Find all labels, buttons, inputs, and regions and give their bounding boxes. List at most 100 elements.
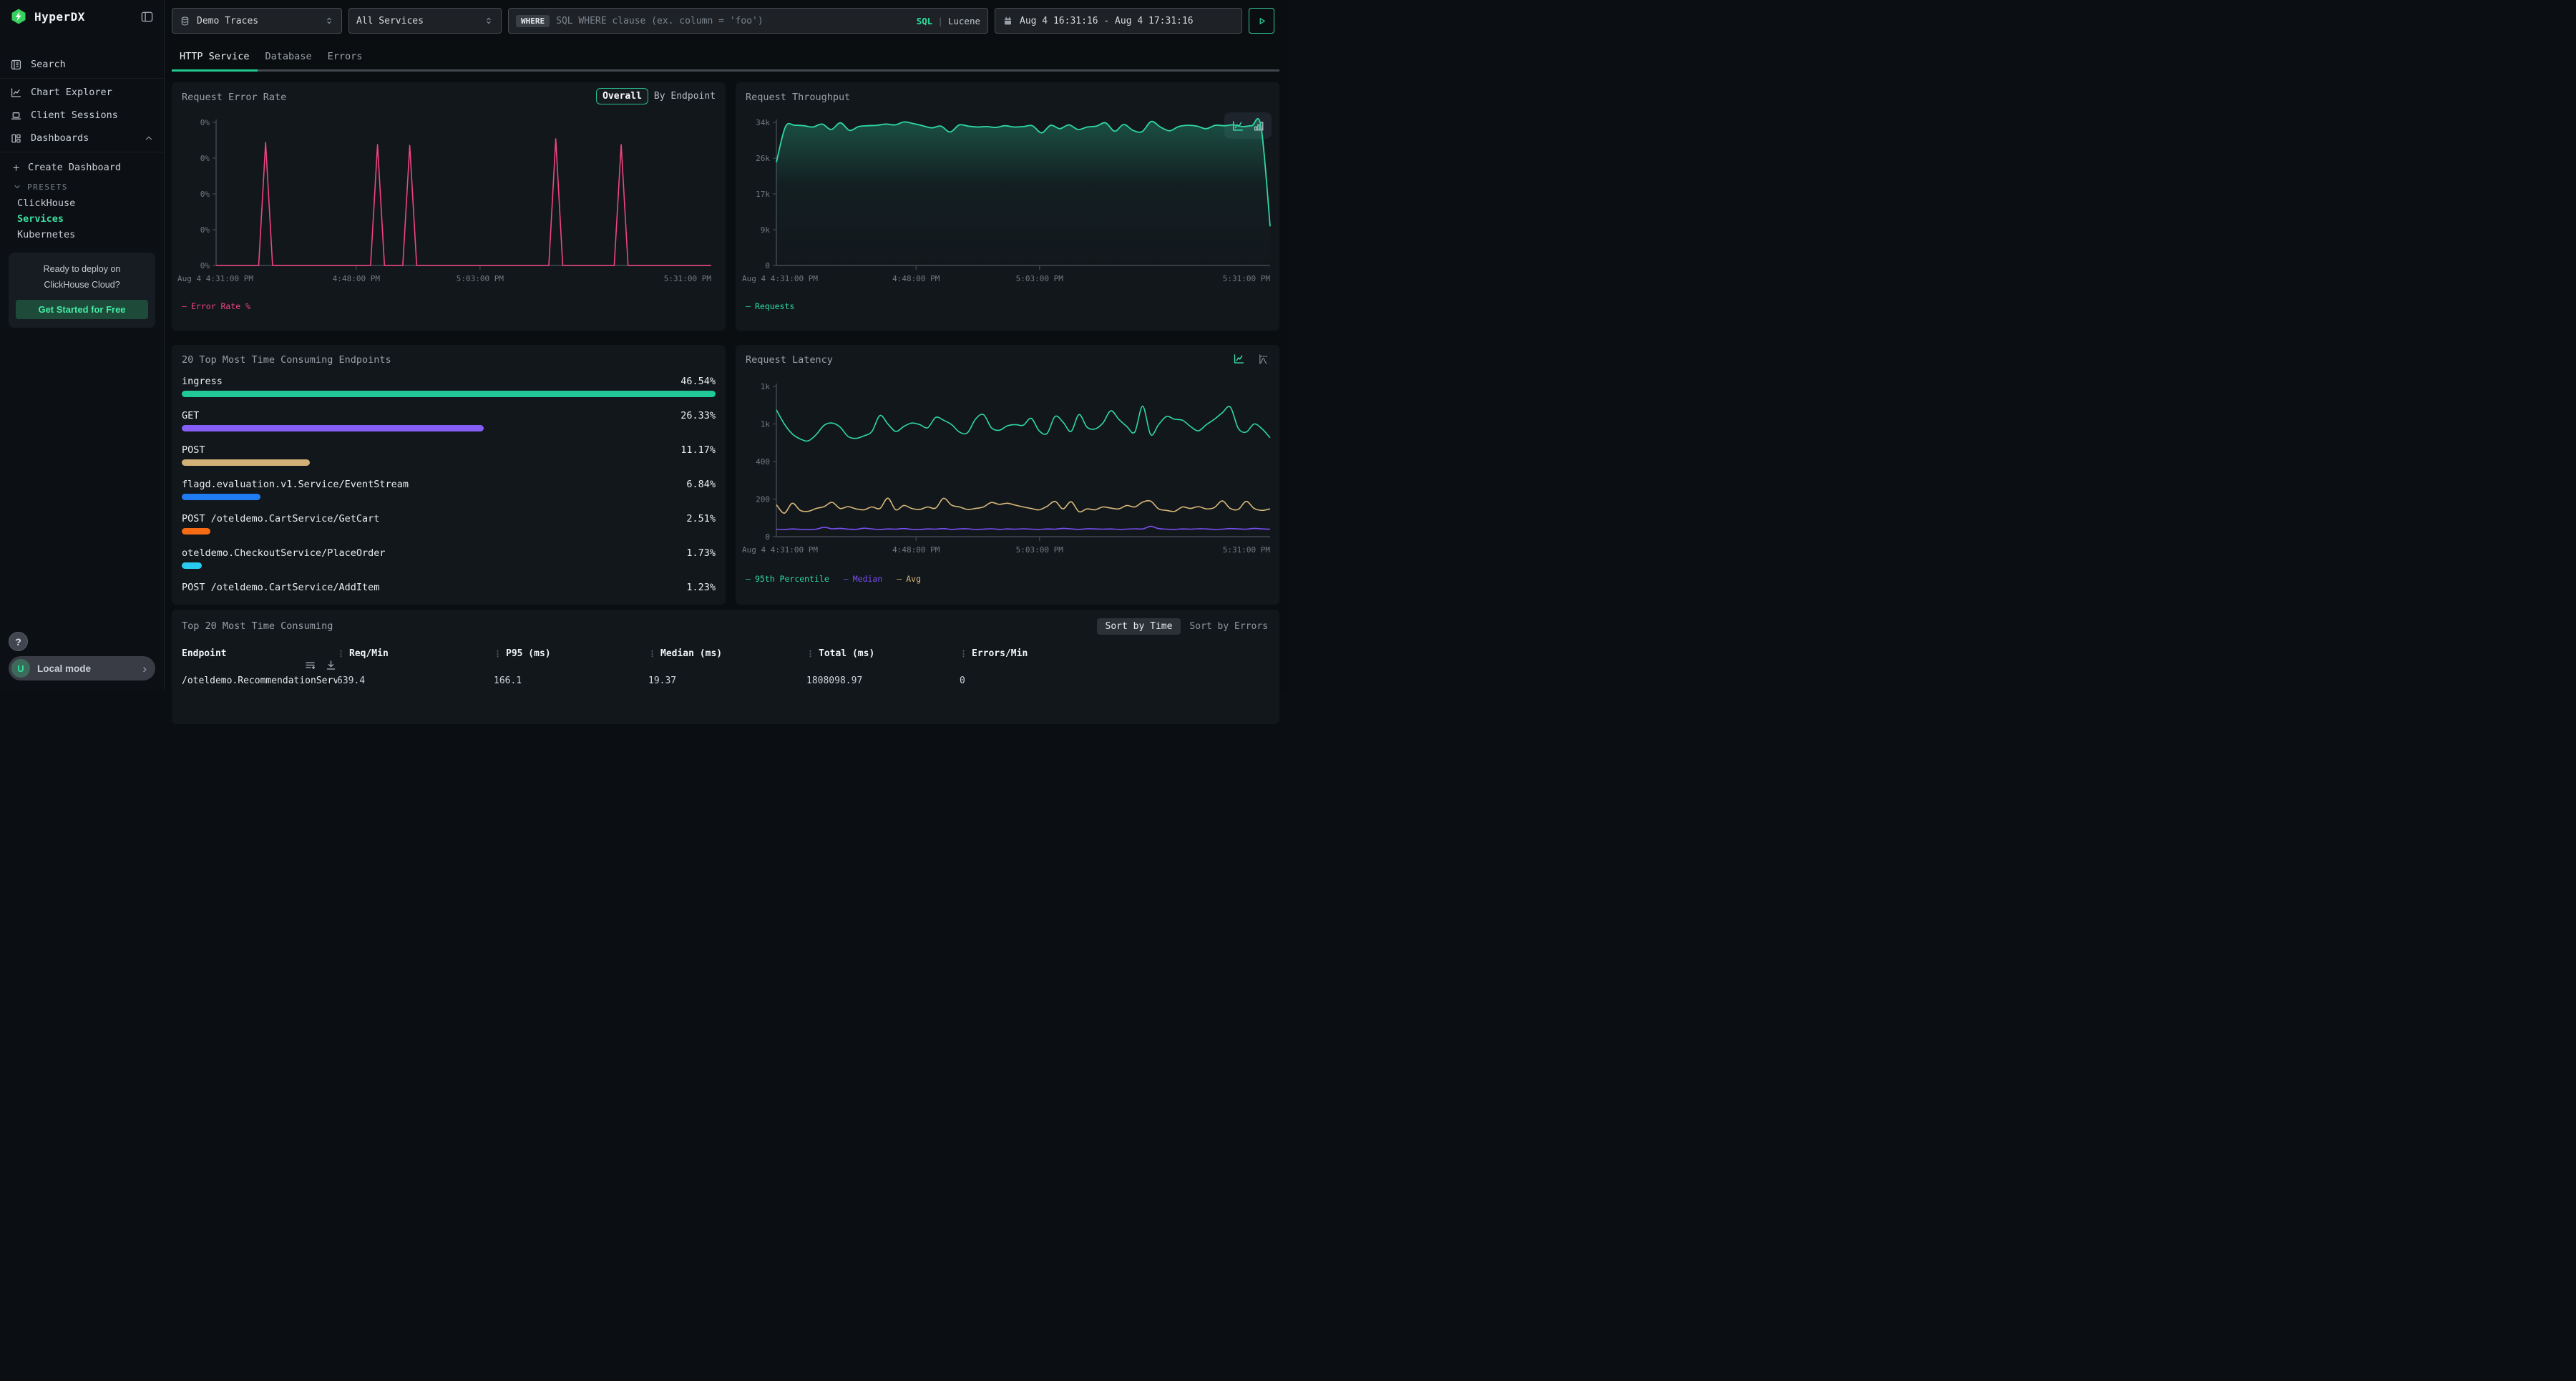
endpoint-label: POST /oteldemo.CartService/GetCart (182, 513, 379, 524)
search-news-icon (10, 59, 22, 71)
chart-line-icon (10, 87, 22, 99)
endpoint-bar-row[interactable]: GET26.33% (182, 409, 716, 443)
tab-http-service[interactable]: HTTP Service (172, 46, 258, 69)
endpoint-percent: 2.51% (686, 513, 716, 524)
create-dashboard-button[interactable]: Create Dashboard (0, 157, 164, 178)
get-started-button[interactable]: Get Started for Free (16, 300, 148, 319)
run-query-button[interactable] (1249, 8, 1274, 34)
column-drag-handle-icon[interactable]: ⋮ (494, 649, 501, 658)
column-header-total-ms-[interactable]: ⋮Total (ms) (806, 648, 960, 659)
throughput-chart[interactable]: 09k17k26k34kAug 4 4:31:00 PM4:48:00 PM5:… (741, 114, 1274, 294)
column-drag-handle-icon[interactable]: ⋮ (960, 649, 967, 658)
top-toolbar: Demo Traces All Services WHERE SQL | Luc… (172, 8, 1274, 34)
sidebar-divider (0, 78, 164, 79)
svg-text:200: 200 (756, 495, 770, 504)
sort-by-errors-button[interactable]: Sort by Errors (1188, 618, 1269, 635)
line-chart-icon[interactable] (1233, 353, 1245, 365)
source-select-value: Demo Traces (197, 16, 258, 26)
tab-errors[interactable]: Errors (320, 46, 371, 69)
endpoint-bar-row[interactable]: ingress46.54% (182, 374, 716, 409)
search-input[interactable] (556, 16, 917, 26)
sql-mode-toggle[interactable]: SQL (917, 16, 933, 26)
endpoint-bar-row[interactable]: oteldemo.CheckoutService/PlaceOrder1.73% (182, 546, 716, 580)
preset-item-kubernetes[interactable]: Kubernetes (0, 227, 164, 243)
request-throughput-panel: Request Throughput 09k17k26k34kAug 4 4:3… (736, 82, 1279, 331)
play-icon (1257, 16, 1267, 26)
sidebar: HyperDX Search Chart Explorer (0, 0, 165, 690)
dashboards-layout-icon (10, 132, 22, 145)
plus-icon (11, 163, 21, 172)
error-rate-chart[interactable]: 0%0%0%0%0%Aug 4 4:31:00 PM4:48:00 PM5:03… (176, 114, 720, 294)
by-endpoint-toggle[interactable]: By Endpoint (654, 91, 716, 102)
endpoint-bar-row[interactable]: flagd.evaluation.v1.Service/EventStream6… (182, 477, 716, 512)
endpoint-label: oteldemo.CheckoutService/PlaceOrder (182, 547, 385, 559)
table-header-row: Endpoint⋮Req/Min⋮P95 (ms)⋮Median (ms)⋮To… (172, 648, 1279, 671)
cell-endpoint: /oteldemo.RecommendationServ (182, 675, 337, 686)
cell-req-min: 639.4 (337, 675, 494, 686)
chevron-down-icon (13, 182, 21, 191)
endpoint-bar (182, 391, 716, 397)
endpoint-percent: 11.17% (680, 444, 716, 456)
legend-item: —Error Rate % (182, 301, 250, 311)
time-range-value: Aug 4 16:31:16 - Aug 4 17:31:16 (1020, 16, 1194, 26)
column-drag-handle-icon[interactable]: ⋮ (648, 649, 655, 658)
calendar-icon (1002, 16, 1013, 26)
latency-chart[interactable]: 02004001k1kAug 4 4:31:00 PM4:48:00 PM5:0… (741, 376, 1274, 567)
error-rate-legend: —Error Rate % (182, 301, 250, 311)
endpoint-bar (182, 528, 210, 535)
presets-toggle[interactable]: PRESETS (0, 178, 164, 195)
column-header-median-ms-[interactable]: ⋮Median (ms) (648, 648, 806, 659)
svg-text:0%: 0% (200, 225, 210, 235)
local-mode-menu[interactable]: U Local mode › (9, 656, 155, 680)
main-content: Demo Traces All Services WHERE SQL | Luc… (165, 0, 1288, 690)
column-header-errors-min[interactable]: ⋮Errors/Min (960, 648, 1269, 659)
preset-item-services[interactable]: Services (0, 211, 164, 227)
sidebar-item-client-sessions[interactable]: Client Sessions (0, 104, 164, 127)
column-header-req-min[interactable]: ⋮Req/Min (337, 648, 494, 659)
active-tab-underline (172, 69, 258, 72)
endpoint-label: flagd.evaluation.v1.Service/EventStream (182, 479, 409, 490)
endpoint-bar (182, 425, 484, 431)
service-select-value: All Services (356, 16, 424, 26)
time-range-picker[interactable]: Aug 4 16:31:16 - Aug 4 17:31:16 (995, 8, 1242, 34)
endpoint-percent: 46.54% (680, 376, 716, 387)
sidebar-collapse-icon[interactable] (140, 10, 154, 24)
svg-text:Aug 4 4:31:00 PM: Aug 4 4:31:00 PM (742, 274, 818, 283)
endpoint-bar-row[interactable]: POST /oteldemo.CartService/AddItem1.23% (182, 580, 716, 605)
endpoint-bar-row[interactable]: POST /oteldemo.CartService/GetCart 2.51% (182, 512, 716, 546)
help-button[interactable]: ? (9, 632, 28, 651)
column-header-endpoint[interactable]: Endpoint (182, 648, 337, 659)
table-row[interactable]: /oteldemo.RecommendationServ639.4166.119… (172, 670, 1279, 691)
presets-list: ClickHouseServicesKubernetes (0, 195, 164, 243)
sidebar-item-search[interactable]: Search (0, 53, 164, 76)
where-chip: WHERE (516, 15, 550, 27)
sort-by-time-button[interactable]: Sort by Time (1097, 618, 1181, 635)
histogram-icon[interactable] (1257, 353, 1269, 365)
svg-text:5:03:00 PM: 5:03:00 PM (457, 274, 504, 283)
sidebar-item-chart-explorer[interactable]: Chart Explorer (0, 81, 164, 104)
column-drag-handle-icon[interactable]: ⋮ (806, 649, 814, 658)
sidebar-item-dashboards[interactable]: Dashboards (0, 127, 164, 150)
endpoint-label: POST /oteldemo.CartService/AddItem (182, 582, 379, 593)
database-icon (180, 16, 190, 26)
create-dashboard-label: Create Dashboard (28, 162, 121, 173)
service-select[interactable]: All Services (348, 8, 502, 34)
column-drag-handle-icon[interactable]: ⋮ (337, 649, 344, 658)
endpoint-label: GET (182, 410, 199, 421)
lucene-mode-toggle[interactable]: Lucene (948, 16, 980, 26)
chevron-up-icon[interactable] (144, 133, 154, 143)
local-mode-label: Local mode (37, 663, 91, 674)
source-select[interactable]: Demo Traces (172, 8, 342, 34)
endpoint-bar-row[interactable]: POST11.17% (182, 443, 716, 477)
preset-item-clickhouse[interactable]: ClickHouse (0, 195, 164, 211)
svg-text:0%: 0% (200, 118, 210, 127)
table-title: Top 20 Most Time Consuming (182, 620, 333, 632)
svg-text:4:48:00 PM: 4:48:00 PM (892, 274, 940, 283)
panel-title: 20 Top Most Time Consuming Endpoints (182, 354, 391, 366)
column-header-p95-ms-[interactable]: ⋮P95 (ms) (494, 648, 648, 659)
overall-toggle[interactable]: Overall (596, 88, 648, 104)
svg-text:0%: 0% (200, 154, 210, 163)
svg-text:9k: 9k (761, 225, 771, 235)
svg-text:26k: 26k (756, 154, 770, 163)
tab-database[interactable]: Database (258, 46, 320, 69)
